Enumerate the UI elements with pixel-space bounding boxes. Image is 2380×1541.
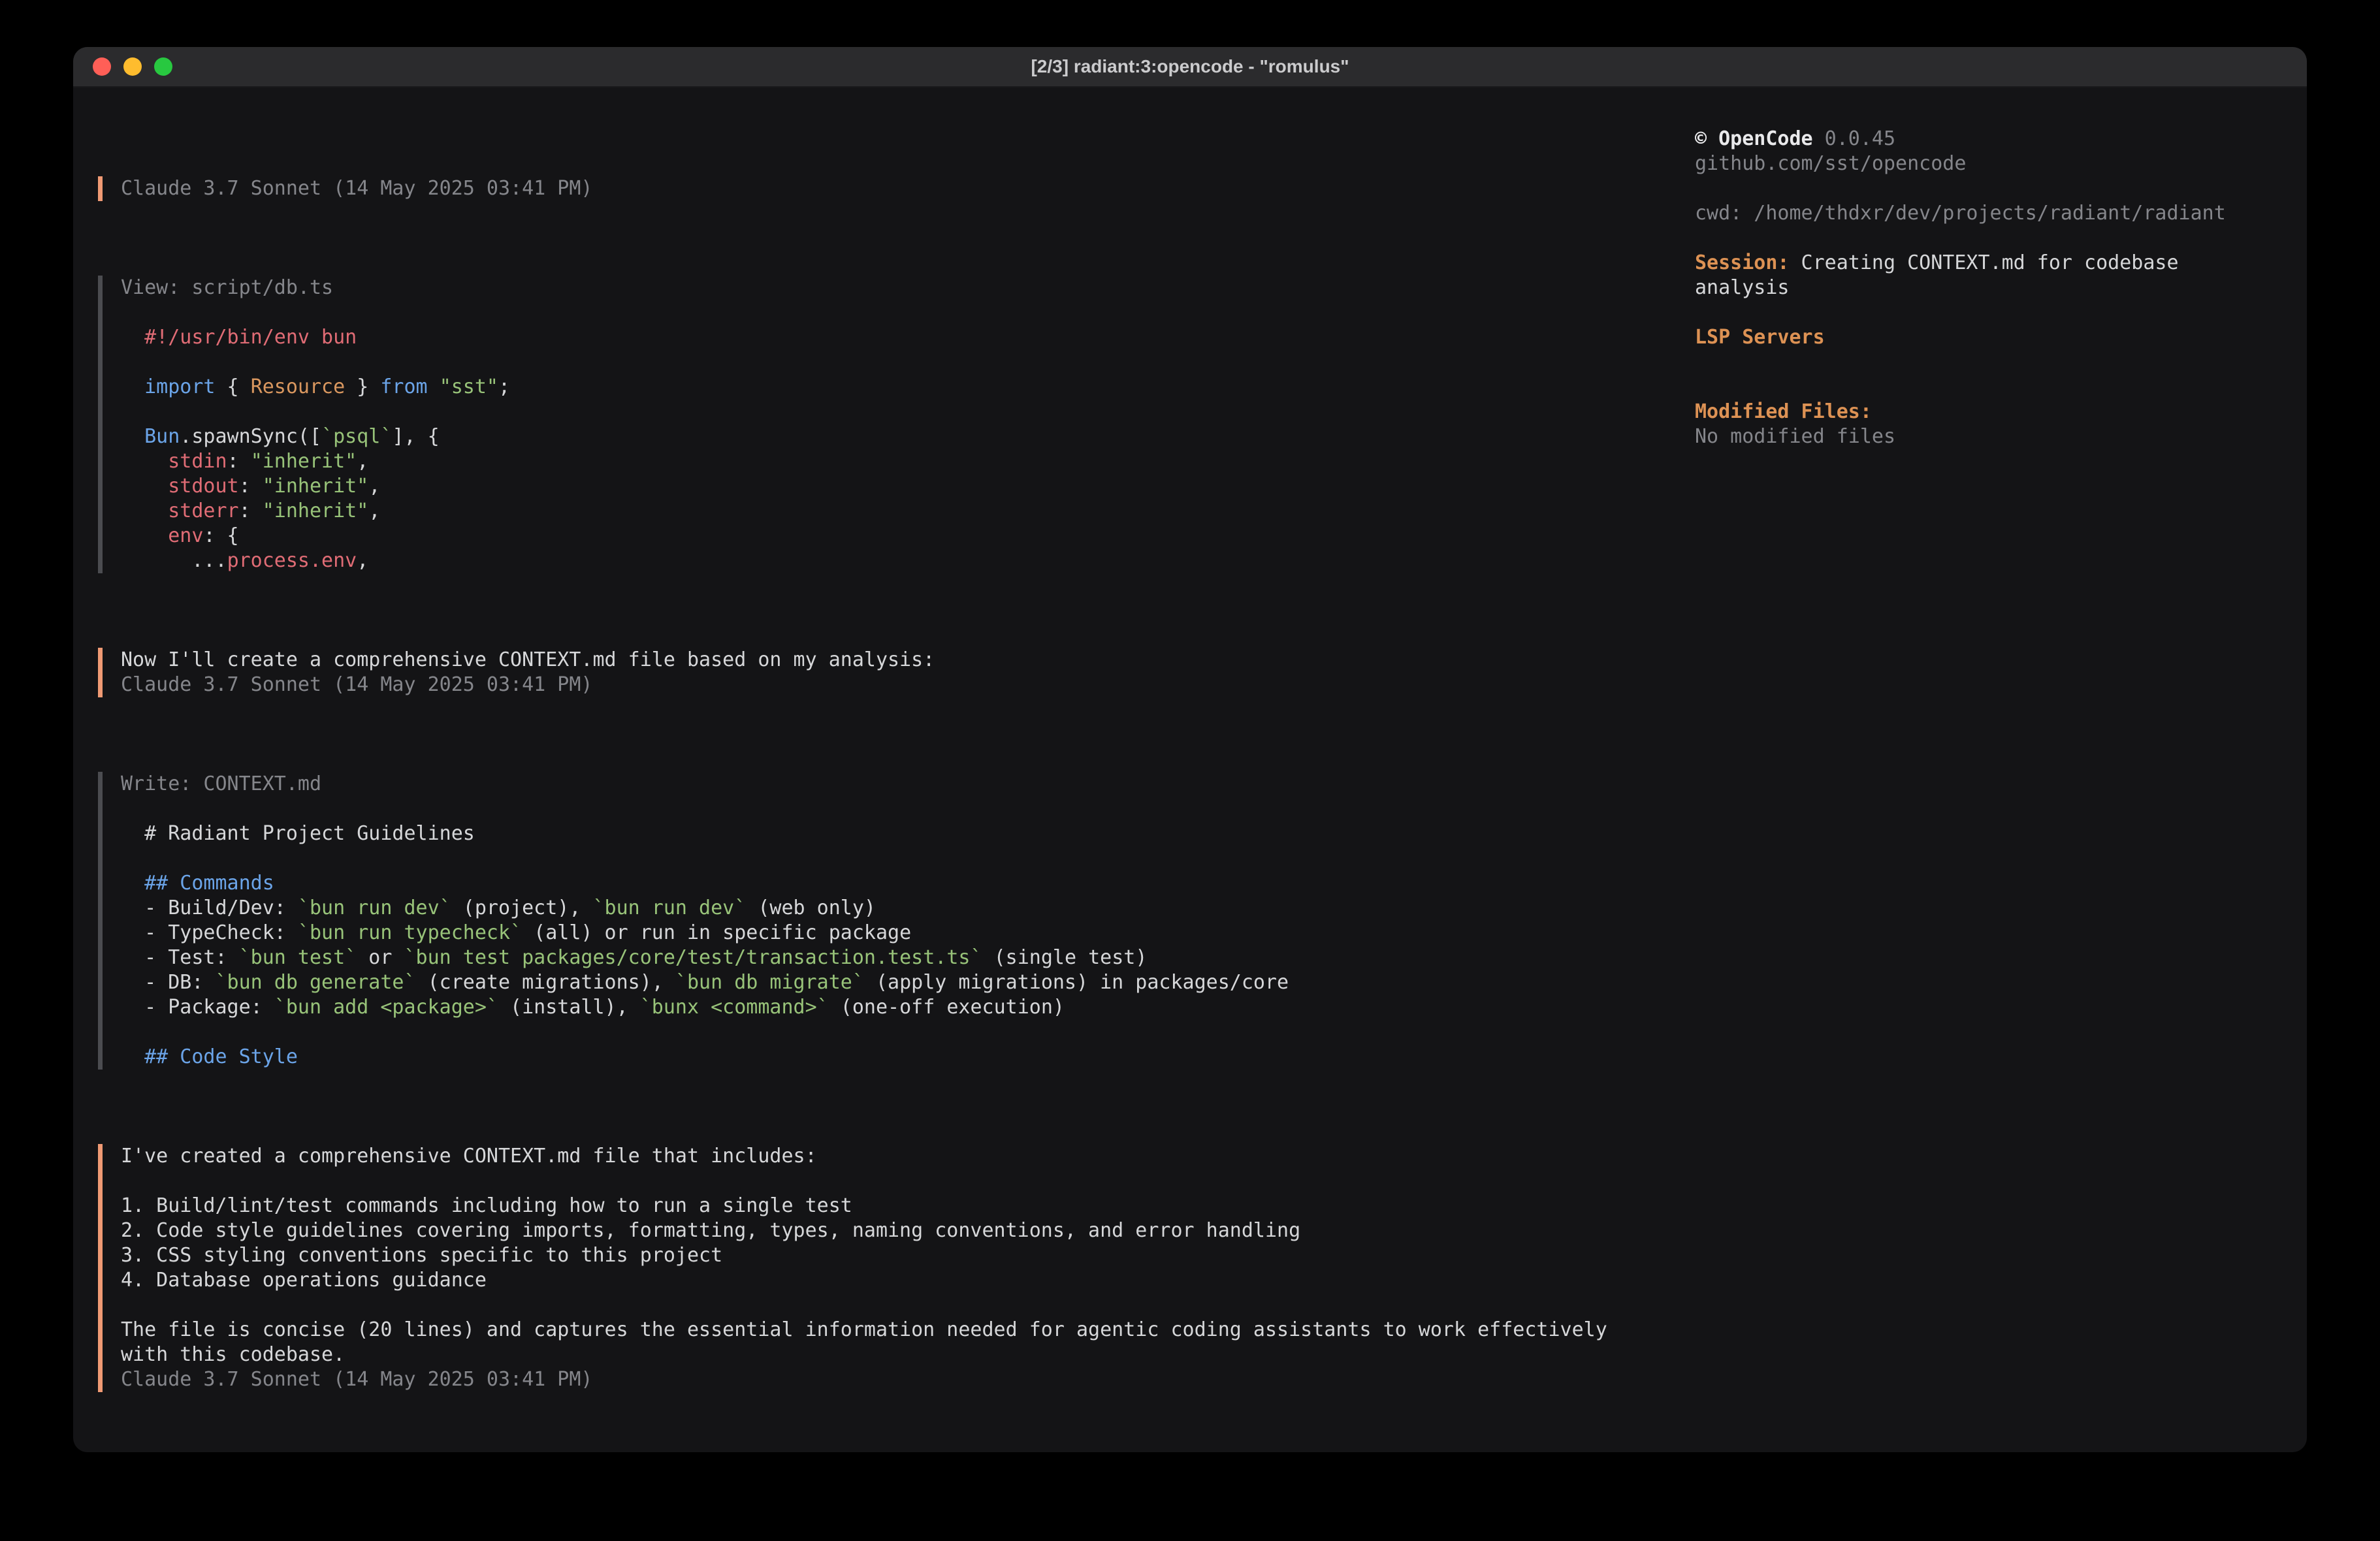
close-window-button[interactable] <box>93 57 111 76</box>
minimize-window-button[interactable] <box>123 57 142 76</box>
content-row: Claude 3.7 Sonnet (14 May 2025 03:41 PM)… <box>98 127 2289 1452</box>
window-title: [2/3] radiant:3:opencode - "romulus" <box>1031 56 1349 77</box>
terminal-window: [2/3] radiant:3:opencode - "romulus" Cla… <box>73 47 2307 1452</box>
tool-write-block: Write: CONTEXT.md # Radiant Project Guid… <box>98 772 1695 1070</box>
window-titlebar[interactable]: [2/3] radiant:3:opencode - "romulus" <box>73 47 2307 87</box>
tool-view-block: View: script/db.ts #!/usr/bin/env bun im… <box>98 276 1695 573</box>
assistant-message-header: Claude 3.7 Sonnet (14 May 2025 03:41 PM) <box>98 176 1695 201</box>
info-sidebar: © OpenCode 0.0.45github.com/sst/opencode… <box>1695 127 2289 1452</box>
zoom-window-button[interactable] <box>154 57 172 76</box>
terminal-content: Claude 3.7 Sonnet (14 May 2025 03:41 PM)… <box>73 87 2307 1452</box>
assistant-message-summary: I've created a comprehensive CONTEXT.md … <box>98 1144 1695 1392</box>
chat-area: Claude 3.7 Sonnet (14 May 2025 03:41 PM)… <box>98 127 1695 1452</box>
assistant-message: Now I'll create a comprehensive CONTEXT.… <box>98 648 1695 697</box>
traffic-lights <box>93 47 172 86</box>
